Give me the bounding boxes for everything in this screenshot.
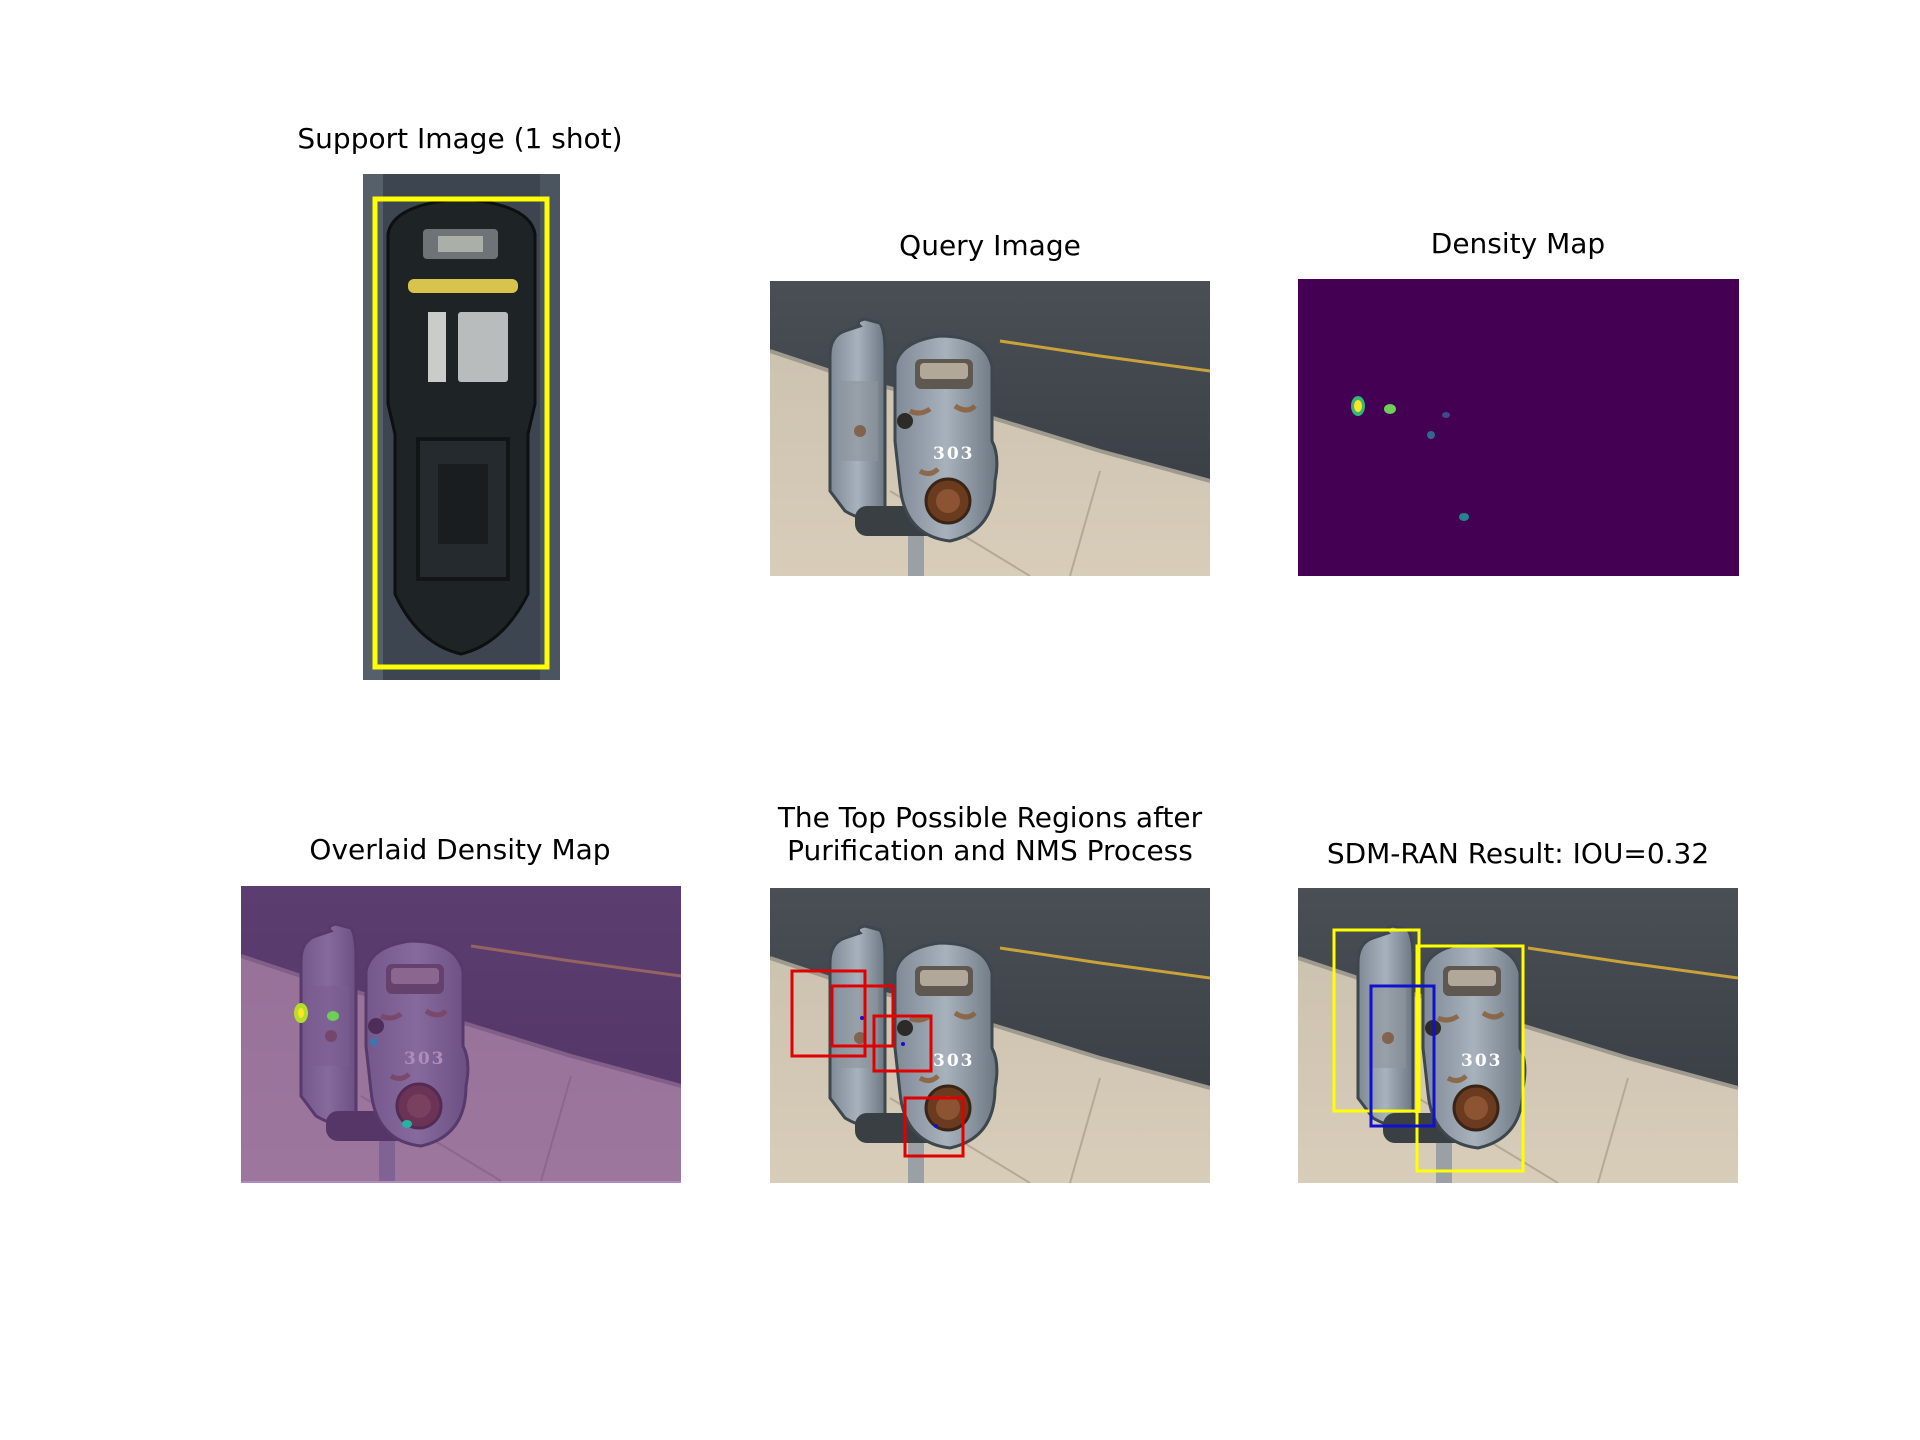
overlaid-density-map — [241, 886, 681, 1183]
density-peak — [1384, 404, 1396, 414]
density-peak — [1459, 513, 1469, 521]
density-peak — [1427, 431, 1435, 439]
density-peak — [1442, 412, 1450, 418]
result-image — [1298, 888, 1739, 1183]
top-regions-image — [770, 888, 1210, 1183]
overlaid-density-title: Overlaid Density Map — [309, 833, 611, 866]
regions-title-line2: Purification and NMS Process — [787, 834, 1193, 867]
result-title: SDM-RAN Result: IOU=0.32 — [1326, 837, 1710, 870]
query-image-title: Query Image — [899, 229, 1081, 262]
support-image — [363, 174, 560, 680]
regions-title-line1: The Top Possible Regions after — [777, 801, 1203, 834]
density-map-title: Density Map — [1430, 227, 1606, 260]
query-image — [770, 281, 1210, 576]
density-map — [1298, 279, 1739, 576]
regions-title: The Top Possible Regions after Purificat… — [730, 801, 1250, 867]
support-image-title: Support Image (1 shot) — [297, 122, 623, 155]
density-peak-core — [1354, 400, 1362, 412]
